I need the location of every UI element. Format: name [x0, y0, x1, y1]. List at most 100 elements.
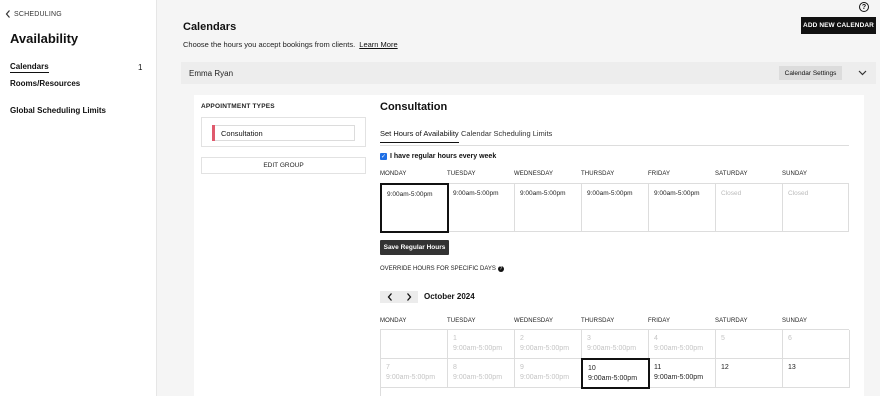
calendar-day-hours: 9:00am-5:00pm [453, 345, 503, 352]
back-to-scheduling-link[interactable]: SCHEDULING [5, 10, 62, 18]
day-header-monday: MONDAY [380, 171, 407, 177]
save-regular-hours-button[interactable]: Save Regular Hours [380, 240, 449, 255]
calendar-day-number: 13 [788, 364, 796, 371]
day-header-saturday: SATURDAY [715, 171, 748, 177]
calendar-day-cell[interactable]: 7 9:00am-5:00pm [381, 359, 448, 388]
edit-group-button[interactable]: EDIT GROUP [201, 157, 366, 174]
calendar-day-number: 6 [788, 335, 792, 342]
calendar-day-number: 3 [587, 335, 591, 342]
day-header-friday: FRIDAY [648, 171, 671, 177]
back-label: SCHEDULING [14, 10, 62, 18]
calendar-day-number: 11 [654, 364, 662, 371]
calendar-day-hours: 9:00am-5:00pm [588, 375, 638, 382]
day-header-tuesday: TUESDAY [447, 171, 476, 177]
appointment-title: Consultation [380, 101, 448, 113]
calendar-day-cell-selected[interactable]: 10 9:00am-5:00pm [581, 358, 650, 389]
calendar-day-number: 2 [520, 335, 524, 342]
day-header-thursday: THURSDAY [581, 171, 615, 177]
appointment-types-list: Consultation [201, 117, 366, 147]
calendar-day-cell[interactable]: 6 [783, 330, 850, 359]
hours-sunday[interactable]: Closed [783, 184, 848, 231]
staff-name: Emma Ryan [189, 69, 234, 78]
page-subtitle: Choose the hours you accept bookings fro… [183, 40, 398, 49]
sidebar: SCHEDULING Availability Calendars 1 Room… [0, 0, 157, 396]
availability-tabs: Set Hours of Availability Calendar Sched… [380, 129, 849, 146]
appointment-type-consultation[interactable]: Consultation [212, 125, 355, 141]
current-month: October 2024 [424, 292, 475, 301]
day-header-wednesday: WEDNESDAY [514, 171, 554, 177]
hours-wednesday[interactable]: 9:00am-5:00pm [515, 184, 582, 231]
calendar-day-cell[interactable]: 4 9:00am-5:00pm [649, 330, 716, 359]
calendar-day-number: 4 [654, 335, 658, 342]
chevron-right-icon [406, 293, 411, 301]
calendar-day-number: 5 [721, 335, 725, 342]
sidebar-item-calendars[interactable]: Calendars [10, 62, 49, 73]
add-new-calendar-button[interactable]: ADD NEW CALENDAR [801, 17, 876, 34]
sidebar-title: Availability [10, 31, 79, 46]
checkbox-checked-icon[interactable]: ✓ [380, 153, 387, 160]
question-icon[interactable]: ? [497, 266, 504, 272]
calendar-settings-button[interactable]: Calendar Settings [779, 66, 842, 80]
calendar-day-hours: 9:00am-5:00pm [386, 374, 436, 381]
page-title: Calendars [183, 21, 237, 33]
calendar-day-number: 10 [588, 365, 596, 372]
calendar-day-hours: 9:00am-5:00pm [453, 374, 503, 381]
cal-header-monday: MONDAY [380, 318, 407, 324]
calendar-day-hours: 9:00am-5:00pm [654, 374, 704, 381]
calendar-day-cell[interactable]: 2 9:00am-5:00pm [515, 330, 582, 359]
calendar-day-cell[interactable]: 1 9:00am-5:00pm [448, 330, 515, 359]
appointment-types-label: APPOINTMENT TYPES [201, 103, 275, 110]
main-content: ? Calendars Choose the hours you accept … [157, 0, 880, 396]
calendar-day-cell[interactable]: 9 9:00am-5:00pm [515, 359, 582, 388]
calendar-day-cell[interactable]: 3 9:00am-5:00pm [582, 330, 649, 359]
chevron-left-icon [387, 293, 392, 301]
regular-hours-label: I have regular hours every week [390, 153, 497, 160]
override-hours-heading: OVERRIDE HOURS FOR SPECIFIC DAYS ? [380, 266, 504, 272]
calendars-count: 1 [138, 63, 143, 72]
cal-header-thursday: THURSDAY [581, 318, 615, 324]
next-month-button[interactable] [399, 291, 418, 303]
cal-header-wednesday: WEDNESDAY [514, 318, 554, 324]
previous-month-button[interactable] [380, 291, 399, 303]
chevron-down-icon[interactable] [858, 68, 867, 77]
override-hours-label: OVERRIDE HOURS FOR SPECIFIC DAYS [380, 266, 496, 272]
calendar-day-cell[interactable]: 8 9:00am-5:00pm [448, 359, 515, 388]
cal-header-sunday: SUNDAY [782, 318, 808, 324]
appointment-type-name: Consultation [221, 128, 263, 138]
calendar-day-number: 1 [453, 335, 457, 342]
sidebar-item-global-scheduling-limits[interactable]: Global Scheduling Limits [10, 106, 106, 115]
calendar-day-hours: 9:00am-5:00pm [520, 374, 570, 381]
staff-calendar-header[interactable]: Emma Ryan Calendar Settings [181, 62, 876, 84]
appointment-color-bar [212, 125, 215, 141]
regular-hours-toggle[interactable]: ✓ I have regular hours every week [380, 153, 496, 160]
help-icon[interactable]: ? [859, 2, 869, 12]
calendar-day-cell[interactable]: 12 [716, 359, 783, 388]
calendar-day-cell[interactable]: 11 9:00am-5:00pm [649, 359, 716, 388]
hours-thursday[interactable]: 9:00am-5:00pm [582, 184, 649, 231]
calendar-day-hours: 9:00am-5:00pm [654, 345, 704, 352]
hours-monday[interactable]: 9:00am-5:00pm [380, 183, 449, 233]
cal-header-friday: FRIDAY [648, 318, 671, 324]
calendar-day-number: 8 [453, 364, 457, 371]
page-subtitle-text: Choose the hours you accept bookings fro… [183, 40, 356, 49]
month-navigation [380, 291, 418, 303]
calendar-day-number: 9 [520, 364, 524, 371]
tab-scheduling-limits[interactable]: Calendar Scheduling Limits [461, 129, 552, 142]
hours-saturday[interactable]: Closed [716, 184, 783, 231]
calendar-day-hours: 9:00am-5:00pm [587, 345, 637, 352]
hours-tuesday[interactable]: 9:00am-5:00pm [448, 184, 515, 231]
calendar-day-number: 12 [721, 364, 729, 371]
sidebar-item-rooms-resources[interactable]: Rooms/Resources [10, 79, 80, 88]
override-calendar-grid: 1 9:00am-5:00pm 2 9:00am-5:00pm 3 9:00am… [380, 329, 850, 396]
calendar-day-number: 7 [386, 364, 390, 371]
tab-set-hours[interactable]: Set Hours of Availability [380, 129, 459, 143]
cal-header-saturday: SATURDAY [715, 318, 748, 324]
hours-friday[interactable]: 9:00am-5:00pm [649, 184, 716, 231]
cal-header-tuesday: TUESDAY [447, 318, 476, 324]
weekly-hours-grid: 9:00am-5:00pm 9:00am-5:00pm 9:00am-5:00p… [380, 183, 849, 233]
chevron-left-icon [5, 10, 10, 18]
learn-more-link[interactable]: Learn More [359, 40, 397, 49]
calendar-day-cell[interactable]: 5 [716, 330, 783, 359]
calendar-day-cell[interactable]: 13 [783, 359, 850, 388]
day-header-sunday: SUNDAY [782, 171, 808, 177]
